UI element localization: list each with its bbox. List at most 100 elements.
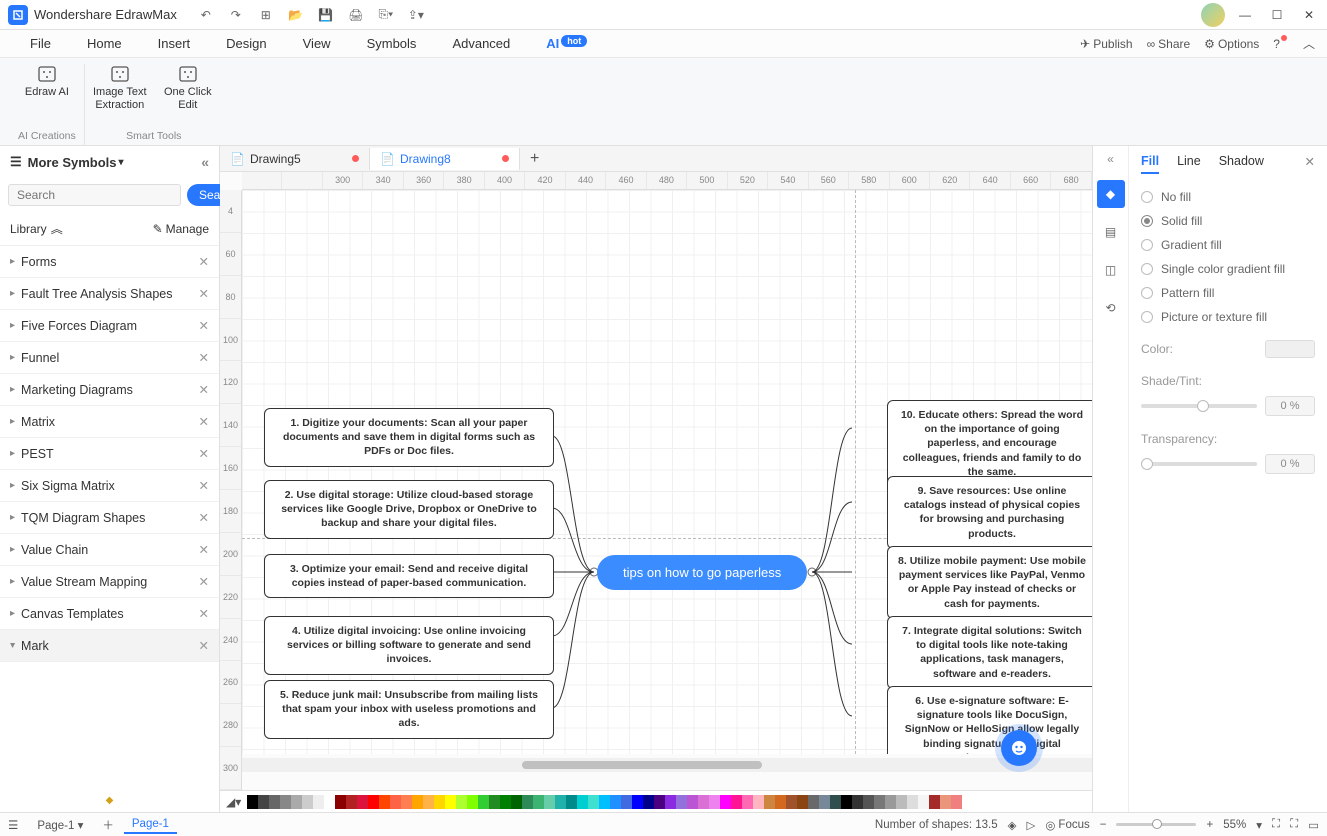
collapse-ribbon-icon[interactable]: ︿ (1303, 35, 1315, 52)
options-button[interactable]: ⚙ Options (1204, 37, 1259, 51)
export-icon[interactable]: ⎘▾ (377, 6, 395, 24)
color-swatch[interactable] (280, 795, 291, 809)
color-swatch[interactable] (907, 795, 918, 809)
color-swatch[interactable] (654, 795, 665, 809)
shade-value[interactable]: 0 % (1265, 396, 1315, 416)
outline-view-icon[interactable]: ☰ (8, 818, 18, 832)
color-swatch[interactable] (929, 795, 940, 809)
layers-icon[interactable]: ◈ (1008, 818, 1017, 832)
color-swatch[interactable] (610, 795, 621, 809)
mindmap-node[interactable]: 6. Use e-signature software: E-signature… (887, 686, 1092, 754)
color-swatch[interactable] (258, 795, 269, 809)
color-swatch[interactable] (412, 795, 423, 809)
close-panel-icon[interactable]: ✕ (1305, 154, 1315, 174)
menu-design[interactable]: Design (208, 32, 284, 55)
color-swatch[interactable] (555, 795, 566, 809)
color-swatch[interactable] (742, 795, 753, 809)
transparency-slider[interactable] (1141, 462, 1257, 466)
color-swatch[interactable] (522, 795, 533, 809)
share-icon[interactable]: ⇪▾ (407, 6, 425, 24)
shade-slider[interactable] (1141, 404, 1257, 408)
remove-library-icon[interactable]: ✕ (199, 542, 209, 557)
menu-view[interactable]: View (285, 32, 349, 55)
save-icon[interactable]: 💾 (317, 6, 335, 24)
color-swatch[interactable] (247, 795, 258, 809)
tab-fill[interactable]: Fill (1141, 154, 1159, 174)
color-swatch[interactable] (445, 795, 456, 809)
mindmap-node[interactable]: 9. Save resources: Use online catalogs i… (887, 476, 1092, 549)
library-category[interactable]: ▸TQM Diagram Shapes✕ (0, 502, 219, 534)
tab-shadow[interactable]: Shadow (1219, 154, 1264, 174)
mindmap-node[interactable]: 2. Use digital storage: Utilize cloud-ba… (264, 480, 554, 539)
color-swatch[interactable] (775, 795, 786, 809)
color-swatch[interactable] (918, 795, 929, 809)
color-swatch[interactable] (456, 795, 467, 809)
transparency-value[interactable]: 0 % (1265, 454, 1315, 474)
mindmap-node[interactable]: 4. Utilize digital invoicing: Use online… (264, 616, 554, 675)
document-tab[interactable]: 📄Drawing8 (370, 148, 520, 170)
remove-library-icon[interactable]: ✕ (199, 286, 209, 301)
expand-panel-icon[interactable]: « (1107, 152, 1114, 166)
mindmap-node[interactable]: 7. Integrate digital solutions: Switch t… (887, 616, 1092, 689)
color-swatch[interactable] (434, 795, 445, 809)
color-swatch[interactable] (478, 795, 489, 809)
horizontal-scrollbar[interactable] (242, 758, 1092, 772)
redo-icon[interactable]: ↷ (227, 6, 245, 24)
close-icon[interactable]: ✕ (1299, 5, 1319, 25)
library-category[interactable]: ▸Marketing Diagrams✕ (0, 374, 219, 406)
color-swatch[interactable] (346, 795, 357, 809)
zoom-value[interactable]: 55% (1223, 819, 1246, 831)
color-swatch[interactable] (863, 795, 874, 809)
focus-button[interactable]: ◎ Focus (1045, 818, 1089, 832)
menu-insert[interactable]: Insert (140, 32, 209, 55)
remove-library-icon[interactable]: ✕ (199, 638, 209, 653)
page-tool-icon[interactable]: ▤ (1097, 218, 1125, 246)
maximize-icon[interactable]: ☐ (1267, 5, 1287, 25)
remove-library-icon[interactable]: ✕ (199, 414, 209, 429)
collapse-sidebar-icon[interactable]: « (201, 154, 209, 170)
color-swatch[interactable] (577, 795, 588, 809)
theme-tool-icon[interactable]: ◫ (1097, 256, 1125, 284)
color-swatch[interactable] (896, 795, 907, 809)
fill-option[interactable]: Gradient fill (1141, 238, 1315, 252)
user-avatar[interactable] (1201, 3, 1225, 27)
publish-button[interactable]: ✈ Publish (1080, 37, 1132, 51)
help-icon[interactable]: ? (1273, 37, 1289, 51)
mindmap-node[interactable]: 3. Optimize your email: Send and receive… (264, 554, 554, 598)
library-category[interactable]: ▸Forms✕ (0, 246, 219, 278)
zoom-out-icon[interactable]: − (1100, 819, 1107, 831)
remove-library-icon[interactable]: ✕ (199, 318, 209, 333)
color-swatch[interactable] (874, 795, 885, 809)
style-tool-icon[interactable]: ◆ (1097, 180, 1125, 208)
remove-library-icon[interactable]: ✕ (199, 254, 209, 269)
color-swatch[interactable] (511, 795, 522, 809)
color-swatch[interactable] (401, 795, 412, 809)
library-category[interactable]: ▸Value Stream Mapping✕ (0, 566, 219, 598)
color-swatch[interactable] (731, 795, 742, 809)
mindmap-node[interactable]: 1. Digitize your documents: Scan all you… (264, 408, 554, 467)
remove-library-icon[interactable]: ✕ (199, 510, 209, 525)
color-swatch[interactable] (390, 795, 401, 809)
menu-file[interactable]: File (12, 32, 69, 55)
mindmap-node[interactable]: 10. Educate others: Spread the word on t… (887, 400, 1092, 487)
document-tab[interactable]: 📄Drawing5 (220, 148, 370, 170)
color-swatch[interactable] (302, 795, 313, 809)
library-category[interactable]: ▸Mark✕ (0, 630, 219, 662)
color-swatch[interactable] (621, 795, 632, 809)
library-category[interactable]: ▸Five Forces Diagram✕ (0, 310, 219, 342)
color-swatch[interactable] (841, 795, 852, 809)
color-swatch[interactable] (533, 795, 544, 809)
color-swatch[interactable] (797, 795, 808, 809)
fill-option[interactable]: No fill (1141, 190, 1315, 204)
menu-advanced[interactable]: Advanced (434, 32, 528, 55)
color-swatch[interactable] (324, 795, 335, 809)
color-swatch[interactable] (786, 795, 797, 809)
tab-line[interactable]: Line (1177, 154, 1201, 174)
manage-library-button[interactable]: ✎ Manage (153, 222, 209, 236)
color-swatch[interactable] (764, 795, 775, 809)
color-swatch[interactable] (753, 795, 764, 809)
color-swatch[interactable] (665, 795, 676, 809)
remove-library-icon[interactable]: ✕ (199, 382, 209, 397)
fill-option[interactable]: Single color gradient fill (1141, 262, 1315, 276)
fit-page-icon[interactable]: ⛶ (1272, 818, 1280, 831)
